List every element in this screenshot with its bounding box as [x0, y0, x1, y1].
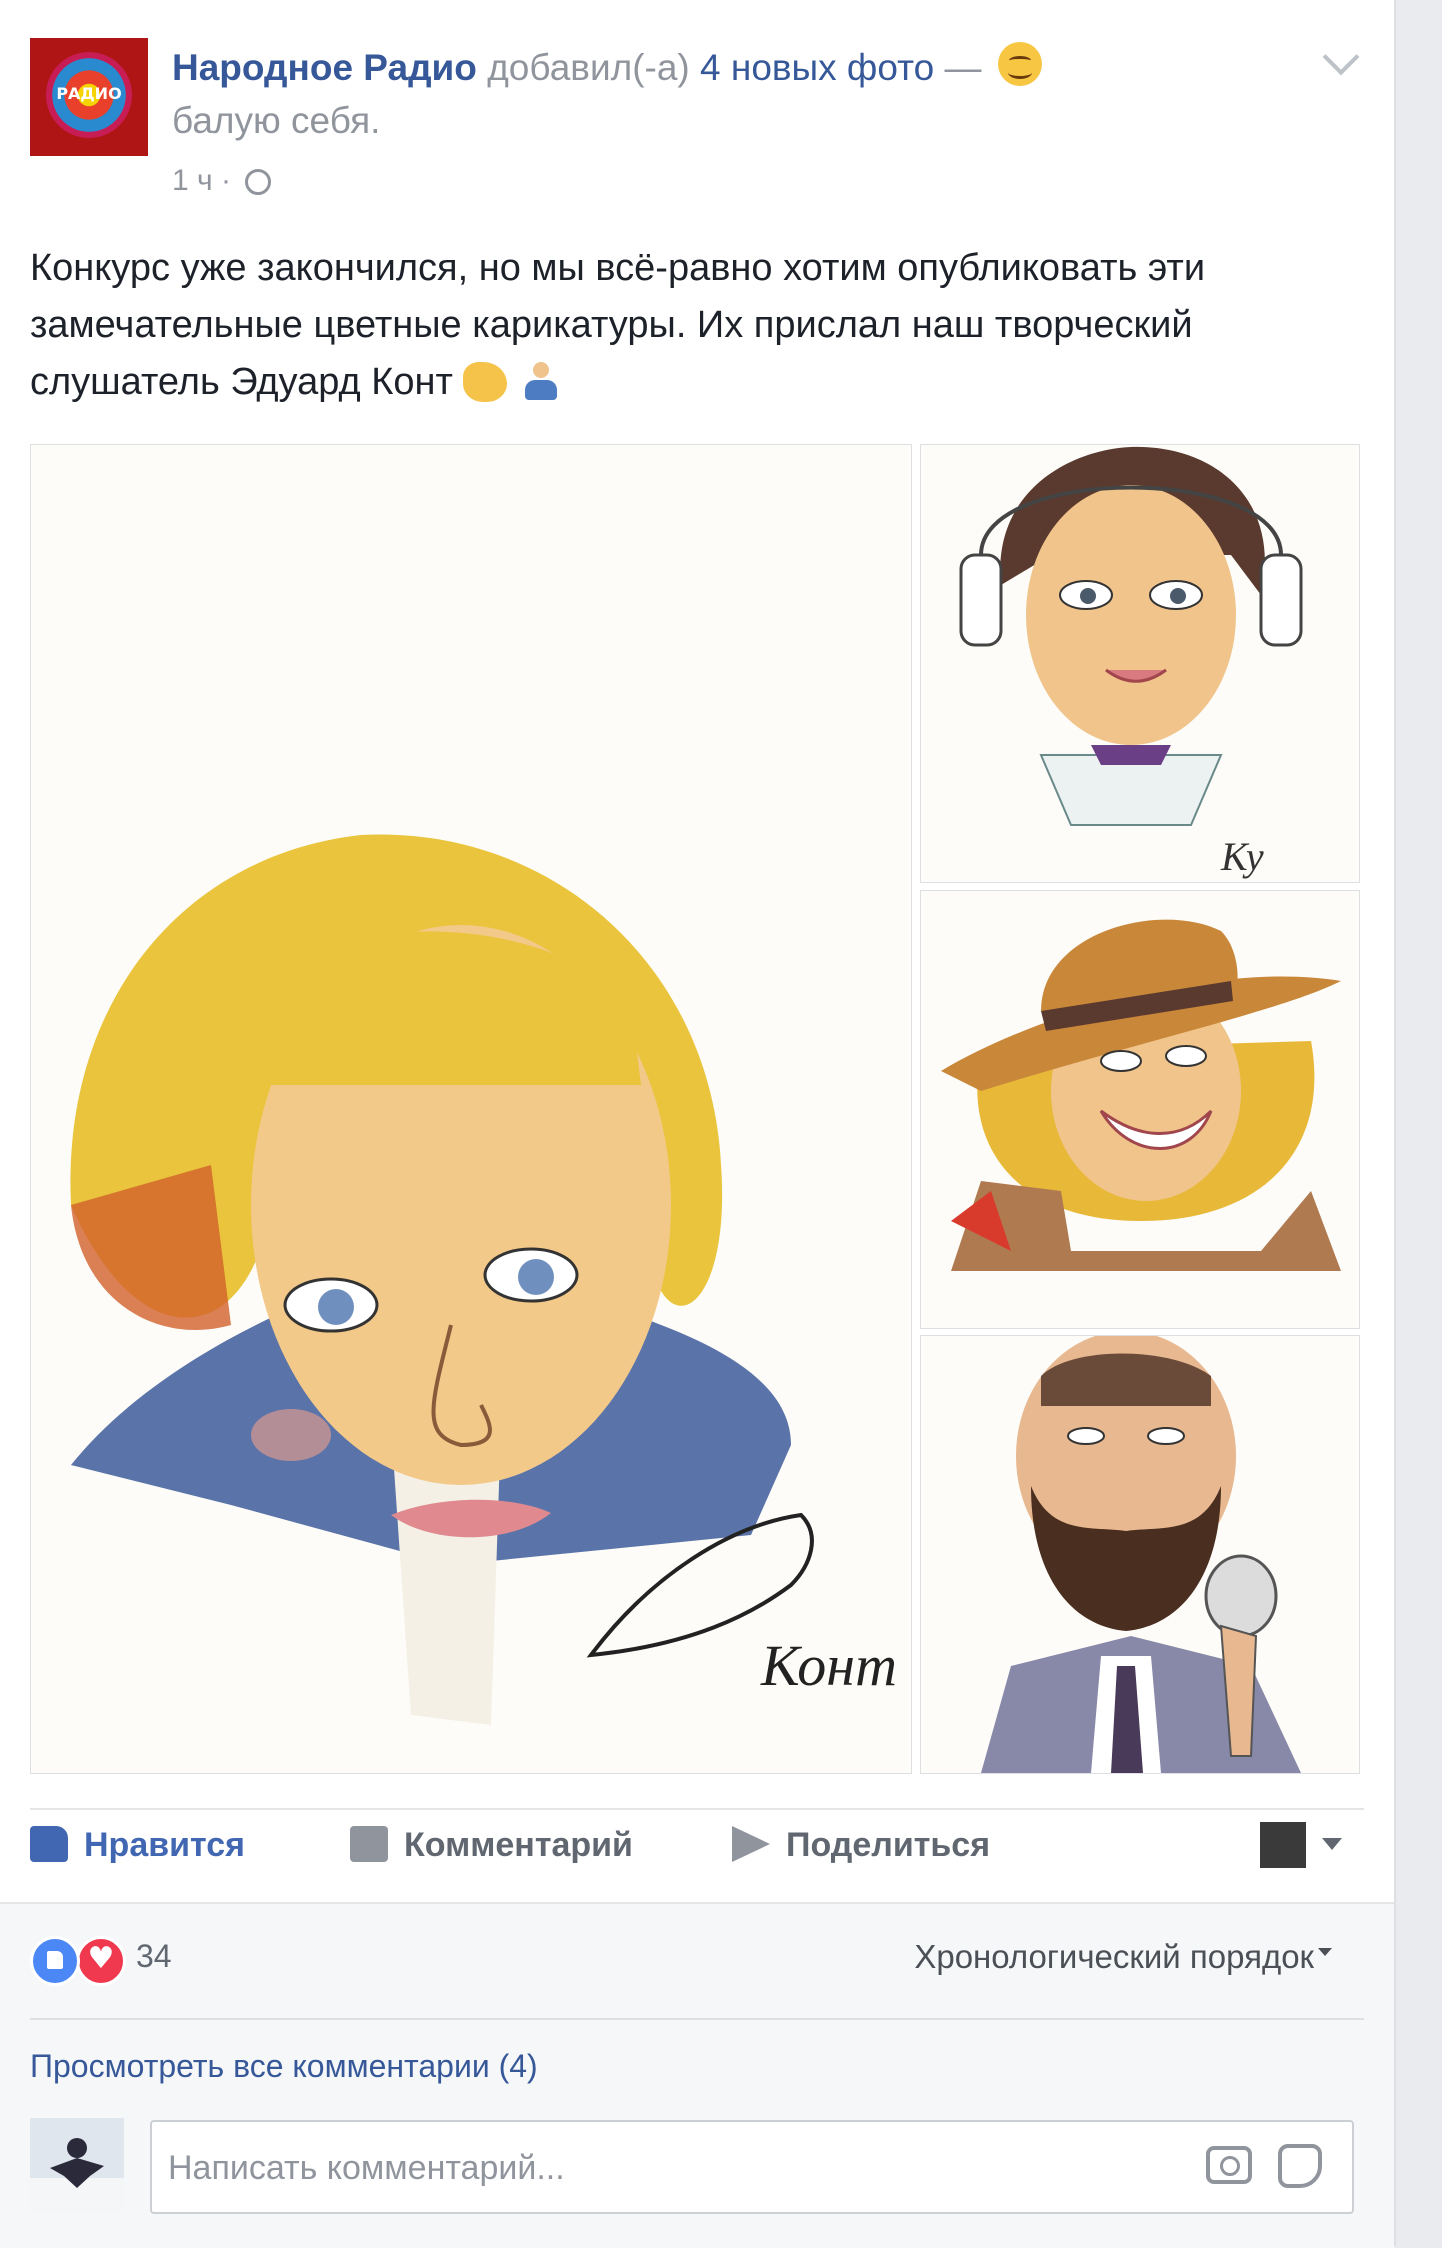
- pointing-hand-emoji: [462, 362, 507, 402]
- like-reaction-icon[interactable]: [30, 1936, 80, 1986]
- page-avatar[interactable]: РАДИО: [30, 38, 148, 156]
- photo-caricature-man[interactable]: [920, 1335, 1360, 1774]
- share-button[interactable]: Поделиться: [732, 1826, 990, 1865]
- post-text-line-last: слушатель Эдуард Конт: [30, 354, 1350, 411]
- caricature-woman-hat: [921, 891, 1359, 1328]
- like-label: Нравится: [84, 1826, 245, 1864]
- timestamp-link[interactable]: 1 ч: [172, 164, 213, 197]
- person-emoji: [519, 360, 563, 404]
- thumbs-up-icon: [30, 1826, 68, 1862]
- comment-bubble-icon: [350, 1826, 388, 1862]
- post-text-line: Конкурс уже закончился, но мы всё-равно …: [30, 247, 1206, 289]
- photo-main-caricature[interactable]: Конт: [30, 444, 912, 1774]
- action-text: добавил(-а): [476, 47, 701, 88]
- view-all-comments-link[interactable]: Просмотреть все комментарии (4): [30, 2048, 538, 2085]
- post-meta: 1 ч ·: [172, 164, 272, 198]
- comments-divider: [30, 2018, 1364, 2020]
- feeling-text: балую себя.: [172, 100, 381, 141]
- photo-caricature-hat[interactable]: [920, 890, 1360, 1329]
- caricature-woman-blonde-bob: Конт: [31, 445, 911, 1773]
- feed-post: РАДИО Народное Радио добавил(-а) 4 новых…: [0, 0, 1396, 2248]
- share-arrow-icon: [732, 1826, 770, 1862]
- post-header: Народное Радио добавил(-а) 4 новых фото …: [172, 42, 1042, 89]
- share-label: Поделиться: [786, 1826, 991, 1864]
- meta-separator: ·: [212, 164, 240, 197]
- post-options-chevron-icon[interactable]: [1322, 38, 1360, 76]
- camera-icon[interactable]: [1206, 2146, 1252, 2184]
- caricature-woman-headphones: Ку: [921, 445, 1359, 882]
- post-text-line: замечательные цветные карикатуры. Их при…: [30, 304, 1193, 346]
- love-reaction-icon[interactable]: [76, 1936, 126, 1986]
- reaction-count[interactable]: 34: [136, 1938, 172, 1975]
- signature-text: Конт: [760, 1633, 897, 1698]
- comment-label: Комментарий: [404, 1826, 633, 1864]
- svg-text:Ку: Ку: [1220, 834, 1264, 879]
- acting-as-dropdown-icon[interactable]: [1322, 1838, 1342, 1850]
- caricature-man-beard-microphone: [921, 1336, 1359, 1773]
- globe-icon[interactable]: [245, 169, 272, 195]
- smiley-icon: [997, 42, 1042, 86]
- post-text: Конкурс уже закончился, но мы всё-равно …: [30, 240, 1350, 411]
- feeling-dash: —: [934, 47, 992, 88]
- user-avatar-image: [30, 2118, 124, 2212]
- post-text-line: слушатель Эдуард Конт: [30, 361, 453, 403]
- photo-caricature-headphones[interactable]: Ку: [920, 444, 1360, 883]
- avatar-logo-text: РАДИО: [56, 84, 122, 103]
- comment-button[interactable]: Комментарий: [350, 1826, 633, 1865]
- actions-divider-top: [30, 1808, 1364, 1810]
- caret-down-icon[interactable]: [1318, 1948, 1332, 1956]
- sticker-icon[interactable]: [1278, 2144, 1322, 2188]
- page-name-link[interactable]: Народное Радио: [172, 47, 477, 88]
- current-user-avatar[interactable]: [30, 2118, 124, 2212]
- photos-link[interactable]: 4 новых фото: [700, 47, 934, 88]
- comment-order-dropdown[interactable]: Хронологический порядок: [914, 1938, 1314, 1976]
- comment-composer[interactable]: [150, 2120, 1354, 2214]
- acting-as-avatar[interactable]: [1260, 1822, 1306, 1868]
- like-button[interactable]: Нравится: [30, 1826, 245, 1865]
- comment-input[interactable]: [166, 2136, 1170, 2200]
